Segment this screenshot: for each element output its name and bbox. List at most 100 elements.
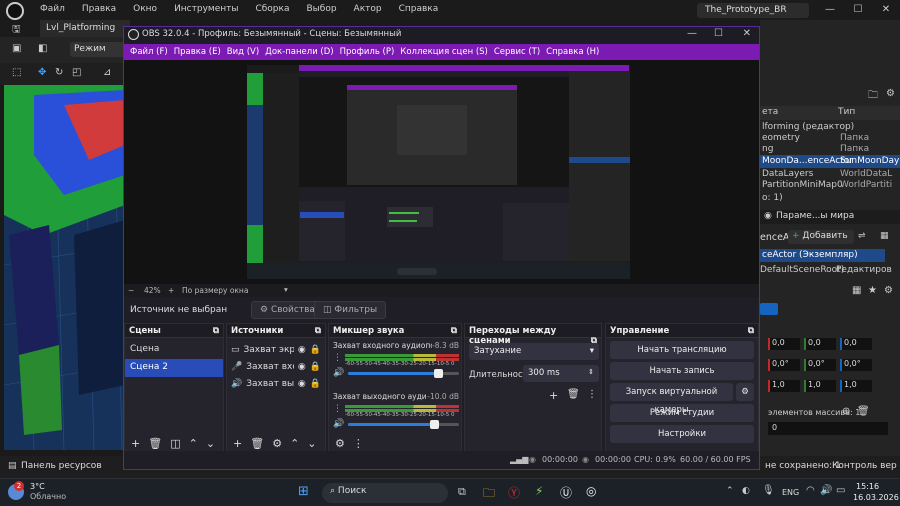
- source-item[interactable]: ▭Захват экра ◉ 🔒: [227, 341, 325, 358]
- scale-tool-icon[interactable]: ◰: [72, 67, 81, 78]
- content-icon[interactable]: ▣: [12, 43, 21, 54]
- search-box[interactable]: ⌕ Поиск: [322, 483, 448, 503]
- transition-select[interactable]: Затухание ▾: [469, 343, 599, 360]
- filter-icon[interactable]: ◫: [170, 437, 180, 450]
- start-virtual-camera-button[interactable]: Запуск виртуальной камеры: [610, 383, 733, 415]
- volume-slider[interactable]: [348, 368, 459, 378]
- lock-icon[interactable]: 🔒: [310, 345, 321, 355]
- filters-button[interactable]: ◫ Фильтры: [314, 301, 387, 319]
- surface-snap-icon[interactable]: ⊿: [103, 67, 111, 78]
- layout-icon[interactable]: ▦: [880, 231, 889, 241]
- project-name[interactable]: The_Prototype_BR: [697, 3, 809, 18]
- folder-add-icon[interactable]: 🗀: [868, 88, 878, 105]
- yandex-browser-icon[interactable]: Ⓨ: [508, 484, 520, 501]
- obs-icon[interactable]: ◎: [586, 484, 596, 498]
- source-item[interactable]: 🎤Захват вход ◉ 🔒: [227, 358, 325, 375]
- move-tool-icon[interactable]: ✥: [38, 67, 46, 78]
- obs-menu-file[interactable]: Файл (F): [130, 44, 168, 60]
- eye-icon[interactable]: ◉: [298, 362, 306, 372]
- chevron-down-icon[interactable]: ▾: [284, 285, 288, 294]
- more-icon[interactable]: ⋮: [333, 404, 342, 418]
- content-drawer-button[interactable]: Панель ресурсов: [21, 461, 102, 471]
- battery-icon[interactable]: ▭: [836, 485, 845, 496]
- outliner-row[interactable]: DataLayers WorldDataL: [760, 168, 900, 180]
- select-tool-icon[interactable]: ⬚: [12, 67, 21, 78]
- menu-item-actor[interactable]: Актор: [354, 4, 382, 14]
- menu-item-tools[interactable]: Инструменты: [174, 4, 238, 14]
- mobility-toggle[interactable]: [760, 303, 778, 315]
- trash-icon[interactable]: 🗑: [567, 389, 580, 400]
- level-tab[interactable]: Lvl_Platforming: [40, 20, 130, 37]
- trash-icon[interactable]: 🗑: [857, 406, 870, 417]
- more-icon[interactable]: ⋮: [587, 389, 597, 400]
- mode-button[interactable]: Режим: [70, 42, 128, 57]
- settings-icon[interactable]: ⚙: [886, 88, 895, 99]
- more-icon[interactable]: ⋮: [333, 353, 342, 367]
- rotate-tool-icon[interactable]: ↻: [55, 67, 63, 78]
- eye-icon[interactable]: ◉: [298, 379, 306, 389]
- add-icon[interactable]: +: [549, 389, 558, 402]
- unsaved-label[interactable]: не сохранено: 1: [765, 461, 841, 471]
- settings-button[interactable]: Настройки: [610, 425, 754, 443]
- obs-menu-help[interactable]: Справка (H): [546, 44, 599, 60]
- trash-icon[interactable]: 🗑: [250, 437, 264, 450]
- microphone-icon[interactable]: 🎙: [762, 485, 775, 496]
- grid-icon[interactable]: ▦: [852, 285, 861, 296]
- obs-menu-scene-collection[interactable]: Коллекция сцен (S): [400, 44, 488, 60]
- menu-item-window[interactable]: Окно: [133, 4, 157, 14]
- component-instance-row[interactable]: ceActor (Экземпляр): [760, 249, 885, 262]
- start-windows-icon[interactable]: ⊞: [298, 484, 309, 499]
- obs-menu-edit[interactable]: Правка (E): [174, 44, 221, 60]
- maximize-icon[interactable]: ☐: [714, 28, 723, 39]
- task-view-icon[interactable]: ⧉: [458, 485, 466, 499]
- outliner-row-selected[interactable]: MoonDa...enceActor SunMoonDay: [760, 155, 900, 168]
- menu-item-edit[interactable]: Правка: [82, 4, 116, 14]
- more-icon[interactable]: ⋮: [353, 437, 364, 450]
- chevron-up-icon[interactable]: ⌃: [726, 486, 734, 496]
- obs-menu-tools[interactable]: Сервис (T): [494, 44, 540, 60]
- spin-arrows-icon[interactable]: ⇕: [588, 368, 594, 376]
- source-control-button[interactable]: Контроль вер: [832, 461, 897, 471]
- star-icon[interactable]: ★: [868, 285, 877, 296]
- scene-item[interactable]: Сцена: [125, 341, 223, 359]
- slider-handle[interactable]: [429, 419, 439, 429]
- outliner-row[interactable]: eometry Папка: [760, 133, 900, 144]
- arrow-up-icon[interactable]: ⌃: [290, 437, 299, 450]
- gear-icon[interactable]: ⚙: [272, 437, 282, 450]
- undock-icon[interactable]: ⧉: [748, 326, 754, 336]
- volume-slider[interactable]: [348, 419, 459, 429]
- array-value-field[interactable]: 0: [768, 422, 888, 435]
- start-streaming-button[interactable]: Начать трансляцию: [610, 341, 754, 359]
- add-component-button[interactable]: + Добавить: [788, 230, 854, 244]
- outliner-row[interactable]: PartitionMiniMap0 WorldPartiti: [760, 180, 900, 192]
- obs-menu-view[interactable]: Вид (V): [227, 44, 259, 60]
- source-item[interactable]: 🔊Захват выхо ◉ 🔒: [227, 375, 325, 392]
- blueprint-icon[interactable]: ◧: [38, 43, 47, 54]
- close-icon[interactable]: ✕: [872, 0, 900, 20]
- clock-time[interactable]: 15:16: [856, 482, 879, 491]
- eye-icon[interactable]: ◉: [298, 345, 306, 355]
- menu-item-file[interactable]: Файл: [40, 4, 65, 14]
- gear-icon[interactable]: ⚙: [736, 383, 754, 401]
- settings-icon[interactable]: ⚙: [884, 285, 893, 296]
- arrow-up-icon[interactable]: ⌃: [189, 437, 198, 450]
- scene-item-selected[interactable]: Сцена 2: [125, 359, 223, 377]
- trash-icon[interactable]: 🗑: [148, 437, 162, 450]
- zoom-out-button[interactable]: −: [128, 286, 134, 295]
- studio-mode-button[interactable]: Режим студии: [610, 404, 754, 422]
- zoom-in-button[interactable]: +: [168, 286, 174, 295]
- menu-item-build[interactable]: Сборка: [255, 4, 289, 14]
- add-icon[interactable]: +: [233, 437, 242, 450]
- obs-preview[interactable]: [124, 60, 759, 284]
- menu-item-select[interactable]: Выбор: [306, 4, 336, 14]
- unreal-logo-icon[interactable]: [6, 2, 24, 20]
- minimize-icon[interactable]: —: [687, 28, 697, 39]
- app-icon[interactable]: ⚡: [535, 484, 543, 498]
- clock-date[interactable]: 16.03.2026: [853, 493, 899, 502]
- edit-label[interactable]: Редактиров: [836, 265, 892, 275]
- language-indicator[interactable]: ENG: [782, 488, 799, 497]
- file-explorer-icon[interactable]: 🗀: [483, 484, 495, 505]
- arrow-down-icon[interactable]: ⌄: [206, 437, 215, 450]
- duration-spinbox[interactable]: 300 ms ⇕: [523, 365, 599, 382]
- menu-item-help[interactable]: Справка: [399, 4, 439, 14]
